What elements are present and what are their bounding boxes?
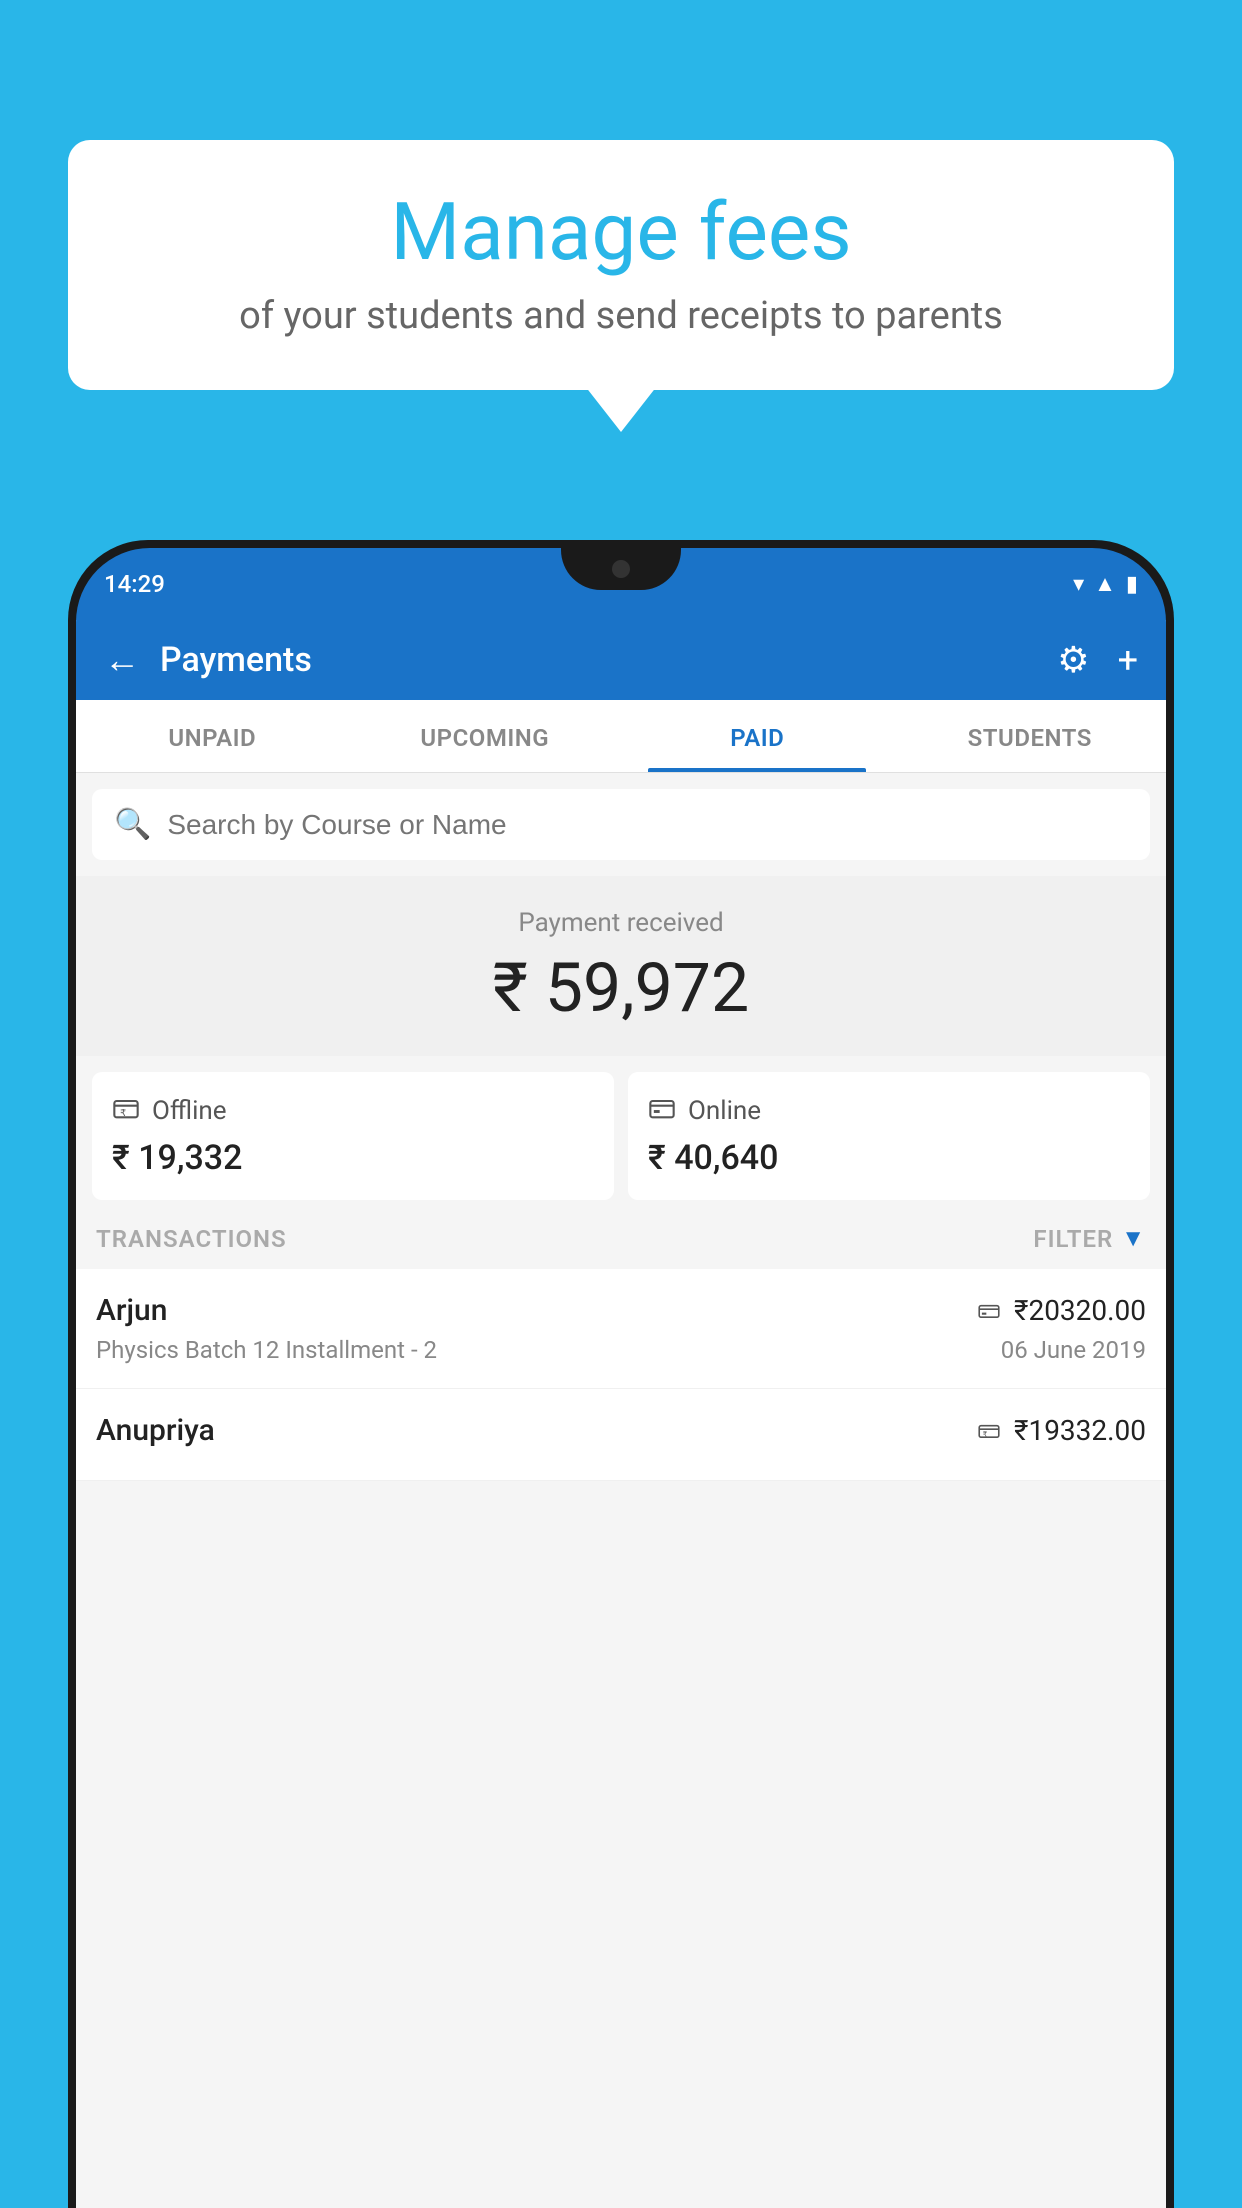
transactions-header: TRANSACTIONS FILTER ▼ [76, 1200, 1166, 1269]
signal-icon: ▲ [1094, 571, 1116, 597]
transaction-detail: Physics Batch 12 Installment - 2 06 June… [96, 1336, 1146, 1364]
tooltip-title: Manage fees [128, 188, 1114, 276]
tooltip-subtitle: of your students and send receipts to pa… [128, 294, 1114, 338]
filter-icon: ▼ [1121, 1224, 1146, 1253]
tab-paid[interactable]: PAID [621, 700, 894, 772]
student-name: Anupriya [96, 1413, 215, 1448]
payment-label: Payment received [96, 908, 1146, 938]
transaction-amount: ₹ ₹19332.00 [978, 1414, 1146, 1447]
search-bar[interactable]: 🔍 [92, 789, 1150, 860]
transaction-top-row: Arjun ₹20320.00 [96, 1293, 1146, 1328]
online-card-header: Online [648, 1094, 1130, 1128]
student-name: Arjun [96, 1293, 167, 1328]
back-button[interactable]: ← [104, 639, 140, 681]
header-left: ← Payments [104, 639, 312, 681]
status-icons: ▾ ▲ ▮ [1073, 571, 1138, 597]
notch [561, 548, 681, 590]
app-header: ← Payments ⚙ + [76, 620, 1166, 700]
transaction-row[interactable]: Anupriya ₹ ₹19332.00 [76, 1389, 1166, 1481]
filter-label: FILTER [1033, 1225, 1113, 1253]
offline-card: ₹ Offline ₹ 19,332 [92, 1072, 614, 1200]
app-screen: ← Payments ⚙ + UNPAID UPCOMING PAID STUD… [76, 620, 1166, 2208]
transaction-top-row: Anupriya ₹ ₹19332.00 [96, 1413, 1146, 1448]
transaction-list: Arjun ₹20320.00 Physics Batch 12 Install… [76, 1269, 1166, 1481]
payment-cards: ₹ Offline ₹ 19,332 [76, 1072, 1166, 1200]
transactions-label: TRANSACTIONS [96, 1225, 287, 1253]
add-icon[interactable]: + [1118, 639, 1138, 681]
transaction-amount: ₹20320.00 [978, 1294, 1146, 1327]
online-label: Online [688, 1096, 761, 1126]
tab-students[interactable]: STUDENTS [894, 700, 1167, 772]
filter-button[interactable]: FILTER ▼ [1033, 1224, 1146, 1253]
transaction-row[interactable]: Arjun ₹20320.00 Physics Batch 12 Install… [76, 1269, 1166, 1389]
tooltip-card: Manage fees of your students and send re… [68, 140, 1174, 390]
payment-summary: Payment received ₹ 59,972 [76, 876, 1166, 1056]
camera [612, 560, 630, 578]
search-input[interactable] [167, 809, 1128, 841]
transaction-date: 06 June 2019 [1001, 1336, 1146, 1364]
tabs-bar: UNPAID UPCOMING PAID STUDENTS [76, 700, 1166, 773]
status-time: 14:29 [104, 570, 165, 598]
status-bar: 14:29 ▾ ▲ ▮ [76, 548, 1166, 620]
offline-card-header: ₹ Offline [112, 1094, 594, 1128]
online-card: Online ₹ 40,640 [628, 1072, 1150, 1200]
online-icon [648, 1094, 676, 1128]
phone-inner: 14:29 ▾ ▲ ▮ ← Payments ⚙ + [76, 548, 1166, 2208]
header-title: Payments [160, 640, 312, 680]
svg-text:₹: ₹ [120, 1108, 126, 1118]
offline-label: Offline [152, 1096, 227, 1126]
online-amount: ₹ 40,640 [648, 1138, 1130, 1178]
phone-frame: 14:29 ▾ ▲ ▮ ← Payments ⚙ + [68, 540, 1174, 2208]
settings-icon[interactable]: ⚙ [1057, 639, 1089, 681]
course-name: Physics Batch 12 Installment - 2 [96, 1336, 437, 1364]
tab-upcoming[interactable]: UPCOMING [349, 700, 622, 772]
search-icon: 🔍 [114, 807, 151, 842]
header-right: ⚙ + [1057, 639, 1138, 681]
offline-icon: ₹ [112, 1094, 140, 1128]
payment-amount: ₹ 59,972 [96, 948, 1146, 1028]
battery-icon: ▮ [1126, 572, 1138, 597]
wifi-icon: ▾ [1073, 572, 1084, 597]
svg-text:₹: ₹ [983, 1430, 988, 1438]
tab-unpaid[interactable]: UNPAID [76, 700, 349, 772]
offline-amount: ₹ 19,332 [112, 1138, 594, 1178]
